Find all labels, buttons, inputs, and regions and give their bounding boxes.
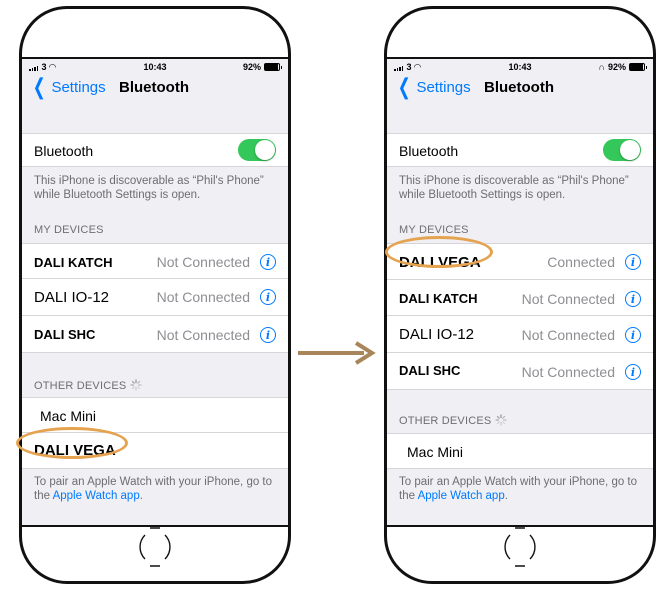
device-name: Mac Mini <box>407 444 464 460</box>
apple-watch-app-link[interactable]: Apple Watch app <box>53 490 140 502</box>
navigation-bar: ❮ Settings Bluetooth <box>387 76 653 102</box>
device-status: Not Connected <box>156 289 250 305</box>
device-name: DALI IO-12 <box>399 326 475 343</box>
apple-watch-caption: To pair an Apple Watch with your iPhone,… <box>399 475 645 503</box>
other-device-dali-vega[interactable]: DALI VEGA <box>22 433 288 469</box>
back-button[interactable]: ❮ Settings <box>30 74 106 99</box>
bluetooth-row: Bluetooth <box>22 133 288 167</box>
device-name: DALI SHC <box>399 363 461 378</box>
device-name: DALI SHC <box>34 327 96 342</box>
navigation-bar: ❮ Settings Bluetooth <box>22 76 288 102</box>
discoverable-caption: This iPhone is discoverable as “Phil's P… <box>34 175 264 201</box>
battery-fill <box>630 64 643 70</box>
bluetooth-label: Bluetooth <box>399 143 459 159</box>
device-name: DALI KATCH <box>399 291 478 306</box>
toggle-knob <box>620 140 640 160</box>
device-status: Connected <box>547 254 615 270</box>
device-status: Not Connected <box>521 291 615 307</box>
device-row-io12[interactable]: DALI IO-12 Not Connected i <box>22 279 288 316</box>
other-devices-label: OTHER DEVICES <box>34 380 127 392</box>
battery-percent: 92% <box>607 62 626 72</box>
device-name: Mac Mini <box>40 408 97 424</box>
device-status: Not Connected <box>521 364 615 380</box>
bluetooth-toggle[interactable] <box>238 139 276 161</box>
bluetooth-row: Bluetooth <box>387 133 653 167</box>
page-title: Bluetooth <box>484 79 554 96</box>
info-icon[interactable]: i <box>260 289 276 305</box>
info-icon[interactable]: i <box>260 254 276 270</box>
headphones-icon: ∩ <box>598 62 605 72</box>
device-row-katch[interactable]: DALI KATCH Not Connected i <box>22 243 288 279</box>
info-icon[interactable]: i <box>625 364 641 380</box>
info-icon[interactable]: i <box>625 327 641 343</box>
apple-watch-caption: To pair an Apple Watch with your iPhone,… <box>34 475 280 503</box>
device-row-shc[interactable]: DALI SHC Not Connected i <box>387 353 653 390</box>
device-name: DALI VEGA <box>34 442 116 459</box>
battery-percent: 92% <box>242 62 261 72</box>
info-icon[interactable]: i <box>625 254 641 270</box>
device-name: DALI KATCH <box>34 255 113 270</box>
bluetooth-label: Bluetooth <box>34 143 94 159</box>
other-devices-header: OTHER DEVICES <box>399 414 508 427</box>
chevron-left-icon: ❮ <box>32 74 46 99</box>
my-devices-header: MY DEVICES <box>399 224 469 236</box>
home-button-icon[interactable] <box>139 525 171 569</box>
device-name: DALI IO-12 <box>34 289 110 306</box>
device-status: Not Connected <box>156 254 250 270</box>
back-button[interactable]: ❮ Settings <box>395 74 471 99</box>
info-icon[interactable]: i <box>625 291 641 307</box>
device-row-io12[interactable]: DALI IO-12 Not Connected i <box>387 316 653 353</box>
battery-fill <box>265 64 278 70</box>
toggle-knob <box>255 140 275 160</box>
info-icon[interactable]: i <box>260 327 276 343</box>
back-label: Settings <box>51 78 106 96</box>
screen-left: 3 ◠ 10:43 92% ❮ Settings Bluetooth Blueto… <box>22 57 288 527</box>
right-arrow-icon <box>298 341 376 365</box>
phone-left: 3 ◠ 10:43 92% ❮ Settings Bluetooth Blueto… <box>19 6 291 584</box>
phone-right: 3 ◠ 10:43 ∩ 92% ❮ Settings Bluetooth Bluet… <box>384 6 656 584</box>
device-status: Not Connected <box>521 327 615 343</box>
back-label: Settings <box>416 78 471 96</box>
battery-icon <box>264 63 282 71</box>
device-status: Not Connected <box>156 327 250 343</box>
device-row-vega[interactable]: DALI VEGA Connected i <box>387 243 653 280</box>
page-title: Bluetooth <box>119 79 189 96</box>
other-devices-label: OTHER DEVICES <box>399 415 492 427</box>
device-name: DALI VEGA <box>399 254 481 271</box>
discoverable-caption: This iPhone is discoverable as “Phil's P… <box>399 175 629 201</box>
loading-spinner-icon <box>495 414 508 426</box>
device-row-shc[interactable]: DALI SHC Not Connected i <box>22 316 288 353</box>
device-row-katch[interactable]: DALI KATCH Not Connected i <box>387 280 653 316</box>
battery-icon <box>629 63 647 71</box>
status-bar: 3 ◠ 10:43 92% <box>22 61 288 73</box>
bluetooth-toggle[interactable] <box>603 139 641 161</box>
other-device-mac-mini[interactable]: Mac Mini <box>22 397 288 433</box>
watch-end: . <box>139 490 143 502</box>
screen-right: 3 ◠ 10:43 ∩ 92% ❮ Settings Bluetooth Bluet… <box>387 57 653 527</box>
chevron-left-icon: ❮ <box>397 74 411 99</box>
home-button-icon[interactable] <box>504 525 536 569</box>
apple-watch-app-link[interactable]: Apple Watch app <box>418 490 505 502</box>
other-device-mac-mini[interactable]: Mac Mini <box>387 433 653 469</box>
my-devices-header: MY DEVICES <box>34 224 104 236</box>
loading-spinner-icon <box>130 379 143 391</box>
other-devices-header: OTHER DEVICES <box>34 379 143 392</box>
watch-end: . <box>504 490 508 502</box>
status-bar: 3 ◠ 10:43 ∩ 92% <box>387 61 653 73</box>
